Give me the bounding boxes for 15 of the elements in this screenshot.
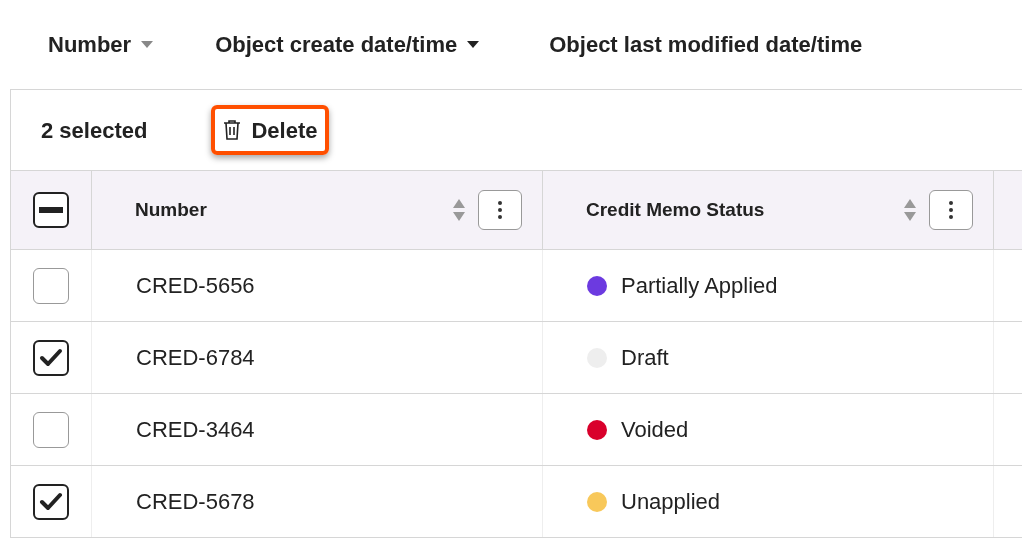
column-header: Credit Memo Status <box>586 197 766 222</box>
table-cell-text: CRED-6784 <box>136 344 255 372</box>
filter-dropdown[interactable]: Object last modified date/time <box>549 28 863 61</box>
selection-count: 2 selected <box>41 116 148 145</box>
table-cell-text: CRED-3464 <box>136 416 255 444</box>
status-text: Unapplied <box>621 488 721 516</box>
table-cell-text: CRED-5656 <box>136 272 255 300</box>
column-header: Number <box>135 197 208 222</box>
status-text: Partially Applied <box>621 272 778 300</box>
delete-button[interactable]: Delete <box>211 105 330 155</box>
table-cell-text: CRED-5678 <box>136 488 255 516</box>
filter-dropdown[interactable]: Object create date/time <box>215 28 480 61</box>
filter-dropdown[interactable]: Number <box>48 28 154 61</box>
status-text: Voided <box>621 416 689 444</box>
status-text: Draft <box>621 344 669 372</box>
